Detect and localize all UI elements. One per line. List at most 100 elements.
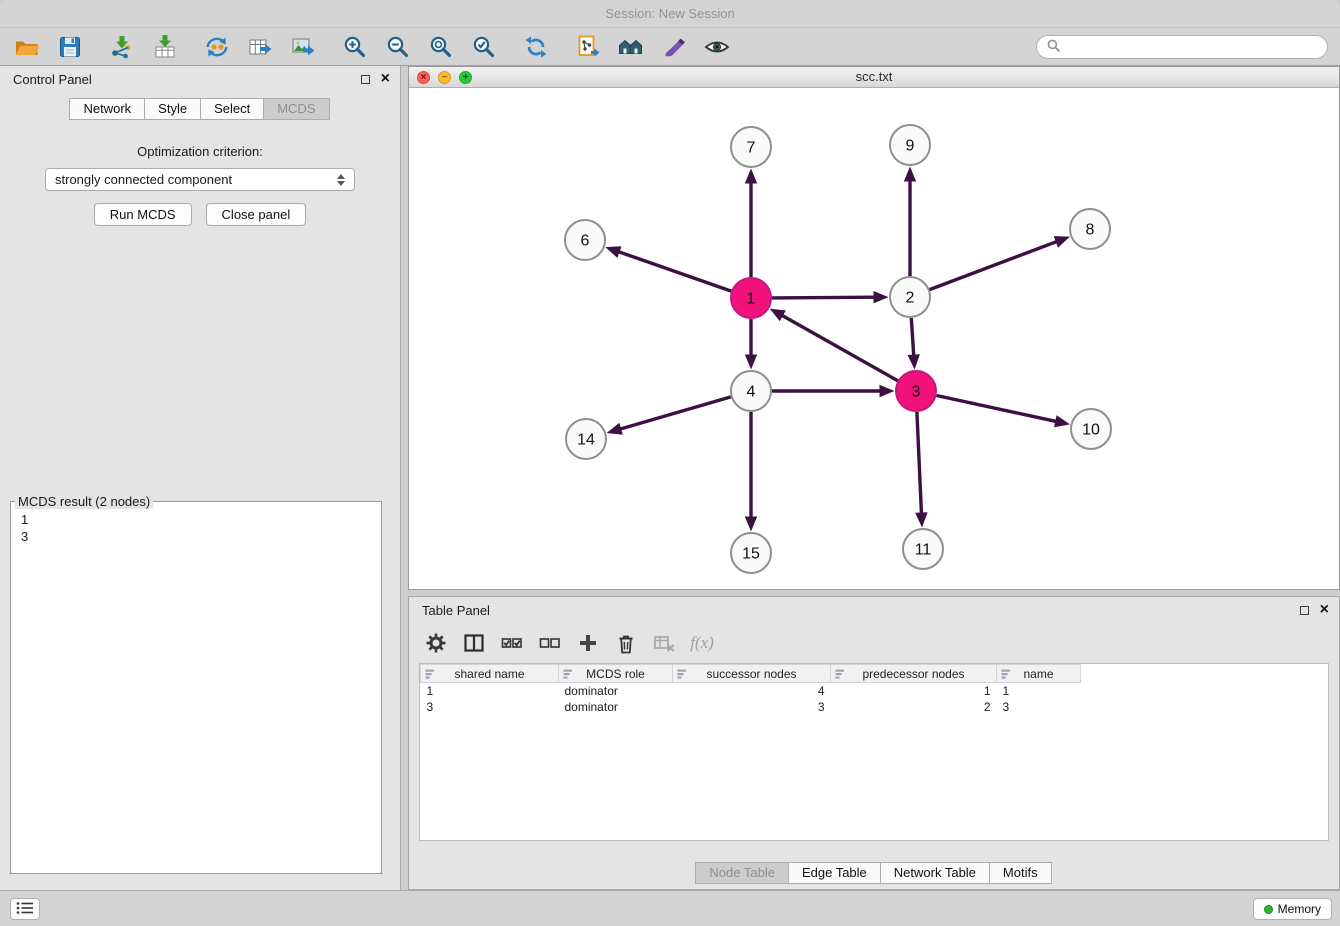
table-cell[interactable]: 3 <box>673 699 831 715</box>
close-window-icon[interactable]: × <box>417 71 430 84</box>
network-canvas[interactable]: 7 9 6 8 1 2 4 3 14 10 15 11 <box>409 88 1339 589</box>
zoom-selected-icon[interactable] <box>469 32 499 62</box>
memory-label: Memory <box>1278 902 1321 916</box>
select-all-rows-icon[interactable] <box>501 632 523 654</box>
graph-node-1[interactable]: 1 <box>731 278 771 318</box>
export-table-icon[interactable] <box>245 32 275 62</box>
tab-node-table[interactable]: Node Table <box>695 862 789 884</box>
table-cell[interactable]: 2 <box>831 699 997 715</box>
tab-network[interactable]: Network <box>69 98 145 120</box>
dropdown-stepper-icon <box>334 174 348 186</box>
network-view-window: × − + scc.txt 7 9 6 8 1 2 4 3 14 10 15 11 <box>408 66 1340 590</box>
graph-edge-arrow <box>874 291 889 303</box>
graph-node-9[interactable]: 9 <box>890 125 930 165</box>
close-panel-button[interactable]: Close panel <box>206 203 307 226</box>
deselect-all-rows-icon[interactable] <box>539 632 561 654</box>
show-hide-icon[interactable] <box>702 32 732 62</box>
table-row[interactable]: 1dominator411 <box>421 683 1329 699</box>
import-network-icon[interactable] <box>107 32 137 62</box>
table-panel: Table Panel × f(x) shared nameMCDS roles… <box>408 596 1340 890</box>
function-builder-icon: f(x) <box>691 632 713 654</box>
graph-edge-2-3[interactable] <box>911 318 914 357</box>
table-cell[interactable]: dominator <box>559 699 673 715</box>
graph-node-6[interactable]: 6 <box>565 220 605 260</box>
graph-node-11[interactable]: 11 <box>903 529 943 569</box>
zoom-fit-icon[interactable] <box>426 32 456 62</box>
table-toolbar: f(x) <box>409 623 1339 663</box>
svg-text:14: 14 <box>577 432 595 449</box>
network-graph[interactable]: 7 9 6 8 1 2 4 3 14 10 15 11 <box>409 88 1339 589</box>
window-title: Session: New Session <box>605 6 734 21</box>
zoom-in-icon[interactable] <box>340 32 370 62</box>
apply-layout-icon[interactable] <box>521 32 551 62</box>
close-table-panel-icon[interactable]: × <box>1320 602 1329 618</box>
window-controls: × − + <box>417 71 472 84</box>
table-settings-icon[interactable] <box>425 632 447 654</box>
column-header-shared-name[interactable]: shared name <box>421 665 559 683</box>
search-icon <box>1047 39 1060 55</box>
tab-style[interactable]: Style <box>144 98 201 120</box>
graph-node-7[interactable]: 7 <box>731 127 771 167</box>
float-panel-icon[interactable] <box>361 75 370 84</box>
graph-edge-1-6[interactable] <box>618 251 732 291</box>
delete-row-icon[interactable] <box>615 632 637 654</box>
column-header-mcds-role[interactable]: MCDS role <box>559 665 673 683</box>
zoom-window-icon[interactable]: + <box>459 71 472 84</box>
graph-node-4[interactable]: 4 <box>731 371 771 411</box>
tab-network-table[interactable]: Network Table <box>880 862 990 884</box>
export-image-icon[interactable] <box>288 32 318 62</box>
tab-mcds[interactable]: MCDS <box>263 98 329 120</box>
zoom-out-icon[interactable] <box>383 32 413 62</box>
table-cell[interactable]: 1 <box>831 683 997 699</box>
column-header-predecessor-nodes[interactable]: predecessor nodes <box>831 665 997 683</box>
first-neighbors-icon[interactable] <box>616 32 646 62</box>
table-cell[interactable]: 4 <box>673 683 831 699</box>
dropdown-selected-value: strongly connected component <box>55 172 334 187</box>
graph-node-3[interactable]: 3 <box>896 371 936 411</box>
table-tabs: Node TableEdge TableNetwork TableMotifs <box>409 862 1339 884</box>
column-header-successor-nodes[interactable]: successor nodes <box>673 665 831 683</box>
table-cell[interactable]: 1 <box>421 683 559 699</box>
style-icon[interactable] <box>659 32 689 62</box>
graph-edge-1-2[interactable] <box>772 297 876 298</box>
add-column-icon[interactable] <box>577 632 599 654</box>
svg-text:2: 2 <box>906 290 915 307</box>
table-panel-title: Table Panel <box>422 603 490 618</box>
search-input[interactable] <box>1066 38 1317 55</box>
task-history-button[interactable] <box>10 898 40 920</box>
graph-edge-3-1[interactable] <box>781 315 898 381</box>
run-mcds-button[interactable]: Run MCDS <box>94 203 192 226</box>
column-type-icon <box>677 669 688 683</box>
column-header-name[interactable]: name <box>997 665 1081 683</box>
tab-edge-table[interactable]: Edge Table <box>788 862 881 884</box>
table-row[interactable]: 3dominator323 <box>421 699 1329 715</box>
graph-node-2[interactable]: 2 <box>890 277 930 317</box>
tab-select[interactable]: Select <box>200 98 264 120</box>
search-box[interactable] <box>1036 35 1328 59</box>
graph-edge-2-8[interactable] <box>930 241 1058 289</box>
table-cell[interactable]: dominator <box>559 683 673 699</box>
network-overview-icon[interactable] <box>573 32 603 62</box>
table-cell[interactable]: 3 <box>997 699 1081 715</box>
graph-node-14[interactable]: 14 <box>566 419 606 459</box>
graph-node-8[interactable]: 8 <box>1070 209 1110 249</box>
memory-button[interactable]: Memory <box>1253 898 1332 920</box>
minimize-window-icon[interactable]: − <box>438 71 451 84</box>
tab-motifs[interactable]: Motifs <box>989 862 1052 884</box>
graph-edge-4-14[interactable] <box>619 397 731 430</box>
table-cell[interactable]: 3 <box>421 699 559 715</box>
show-columns-icon[interactable] <box>463 632 485 654</box>
close-panel-icon[interactable]: × <box>381 71 390 87</box>
import-table-icon[interactable] <box>150 32 180 62</box>
graph-node-10[interactable]: 10 <box>1071 409 1111 449</box>
network-window-titlebar[interactable]: × − + scc.txt <box>409 67 1339 88</box>
open-file-icon[interactable] <box>12 32 42 62</box>
save-session-icon[interactable] <box>55 32 85 62</box>
graph-edge-3-11[interactable] <box>917 412 922 515</box>
graph-node-15[interactable]: 15 <box>731 533 771 573</box>
float-table-panel-icon[interactable] <box>1300 606 1309 615</box>
graph-edge-3-10[interactable] <box>937 396 1058 422</box>
optimization-criterion-dropdown[interactable]: strongly connected component <box>45 168 355 191</box>
export-network-icon[interactable] <box>202 32 232 62</box>
table-cell[interactable]: 1 <box>997 683 1081 699</box>
